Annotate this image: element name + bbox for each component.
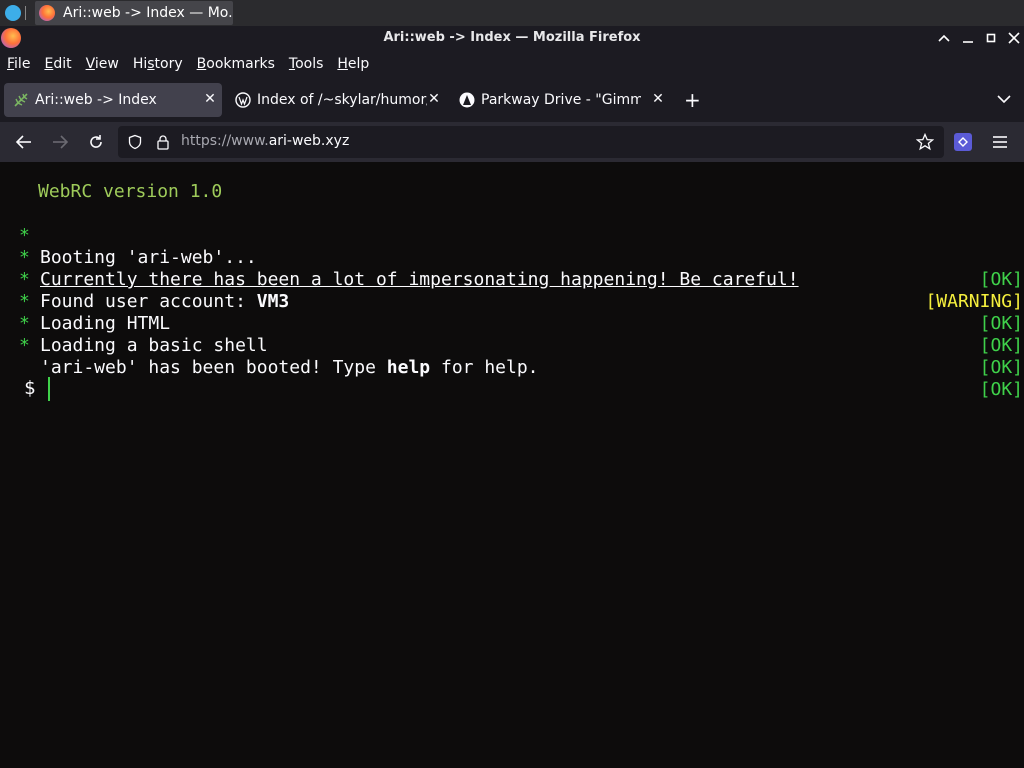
menu-bookmarks[interactable]: Bookmarks [197,56,275,72]
menu-help[interactable]: Help [337,56,369,72]
back-arrow-icon[interactable] [14,132,34,152]
lock-icon[interactable] [155,134,171,150]
tab-strip: Ari::web -> Index ✕ Index of /~skylar/hu… [0,78,1024,122]
url-text[interactable]: https://www.ari-web.xyz [181,133,349,149]
text-cursor[interactable] [48,377,50,401]
boot-line: * 'ari-web' has been booted! Type help f… [0,313,1024,400]
app-launcher-icon[interactable] [5,5,21,21]
menu-bar: File Edit View History Bookmarks Tools H… [0,50,1024,78]
window-titlebar: Ari::web -> Index — Mozilla Firefox [0,26,1024,50]
boot-message: 'ari-web' has been booted! Type help for… [40,357,539,378]
chevron-up-icon [938,34,950,42]
close-icon [1008,32,1020,44]
window-maximize-button[interactable] [981,28,1001,48]
wordpress-icon [235,92,251,108]
bookmark-star-icon[interactable] [916,133,934,151]
shield-icon[interactable] [127,134,143,150]
status-ok: [OK] [979,379,1023,400]
list-all-tabs-chevron-icon[interactable] [995,90,1013,108]
tab-ari-web[interactable]: Ari::web -> Index ✕ [4,83,222,117]
navigation-toolbar: https://www.ari-web.xyz [0,122,1024,162]
boot-line: * Booting 'ari-web'... [OK] [0,203,1024,290]
leaf-icon [14,93,28,107]
boot-line: * Currently there has been a lot of impe… [0,225,1024,312]
os-taskbar: Ari::web -> Index — Mo... [0,0,1024,26]
window-minimize-button[interactable] [958,28,978,48]
extension-icon[interactable] [954,133,972,151]
tab-close-button[interactable]: ✕ [426,91,442,107]
forward-arrow-icon[interactable] [50,132,70,152]
hamburger-menu-icon[interactable] [990,132,1010,152]
maximize-icon [986,33,996,43]
shell-prompt: $ [24,377,36,399]
url-bar[interactable]: https://www.ari-web.xyz [118,126,944,158]
menu-file[interactable]: File [7,56,30,72]
boot-line: * Loading a basic shell [OK] [0,291,1024,378]
tab-label: Ari::web -> Index [35,92,157,108]
tab-label: Index of /~skylar/humor/ [257,92,427,108]
tab-label: Parkway Drive - "Gimme [481,92,641,108]
tab-close-button[interactable]: ✕ [650,91,666,107]
menu-tools[interactable]: Tools [289,56,324,72]
web-terminal[interactable]: WebRC version 1.0 * Booting 'ari-web'...… [0,162,1024,768]
taskbar-separator [25,6,33,20]
boot-line: * Found user account: VM3 [OK] [0,247,1024,334]
tab-index-humor[interactable]: Index of /~skylar/humor/ ✕ [226,83,446,117]
menu-file-rest: ile [14,56,31,72]
menu-history[interactable]: History [133,56,183,72]
terminal-version: WebRC version 1.0 [38,181,223,202]
menu-view[interactable]: View [86,56,119,72]
status-ok: [OK] [979,335,1023,356]
help-command: help [386,357,431,378]
reload-icon[interactable] [86,132,106,152]
taskbar-firefox-task[interactable]: Ari::web -> Index — Mo... [35,1,233,25]
triangle-icon [459,92,475,108]
window-title: Ari::web -> Index — Mozilla Firefox [383,30,641,45]
minimize-icon [963,41,973,43]
window-keep-above-button[interactable] [934,28,954,48]
tab-close-button[interactable]: ✕ [202,91,218,107]
boot-line: * Loading HTML [OK] [0,269,1024,356]
menu-edit[interactable]: Edit [44,56,71,72]
firefox-icon [39,5,55,21]
new-tab-button[interactable]: + [684,90,701,110]
tab-parkway-drive[interactable]: Parkway Drive - "Gimme ✕ [450,83,670,117]
boot-message: Loading a basic shell [40,335,268,356]
status-ok: [OK] [979,357,1023,378]
bullet: * [19,335,30,356]
window-close-button[interactable] [1004,28,1024,48]
taskbar-task-title: Ari::web -> Index — Mo... [63,5,233,21]
